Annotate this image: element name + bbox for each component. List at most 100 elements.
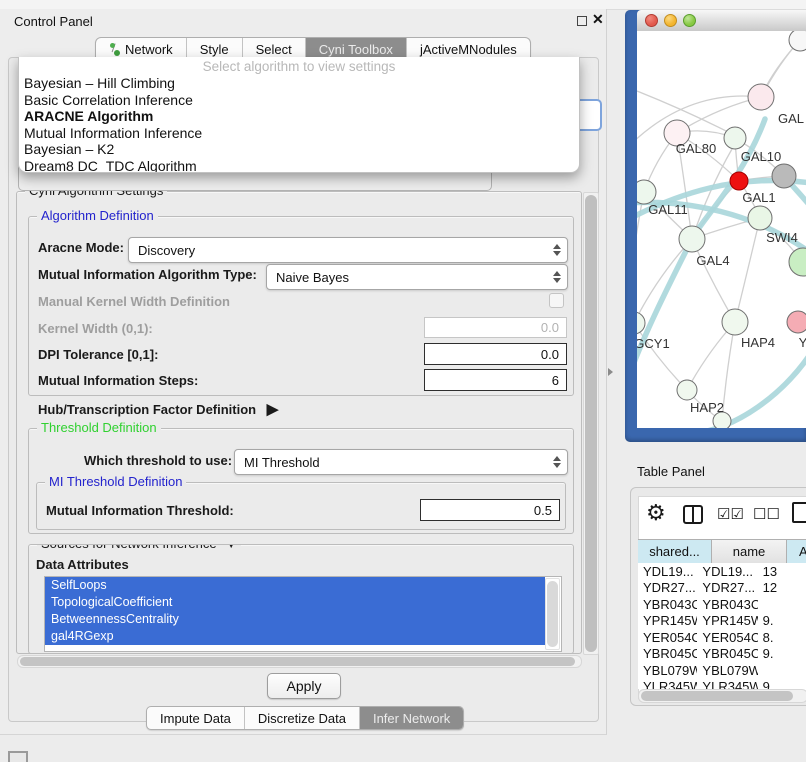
table-row[interactable]: YDL19...YDL19...13 <box>638 563 806 580</box>
float-icon[interactable] <box>577 16 587 26</box>
node-label: GAL10 <box>741 149 781 164</box>
popup-item[interactable]: Bayesian – K2 <box>19 141 579 158</box>
table-cell: 9. <box>758 613 806 628</box>
splitter-handle[interactable] <box>608 368 613 376</box>
table-row[interactable]: YPR145WYPR145W9. <box>638 613 806 630</box>
network-edge[interactable] <box>735 218 760 322</box>
table-cell: YPR145W <box>638 613 697 628</box>
table-cell: 9. <box>758 679 806 689</box>
collapse-arrow-icon[interactable]: ▼ <box>225 544 237 551</box>
popup-item-selected[interactable]: ARACNE Algorithm <box>19 108 579 125</box>
table-cell: YPR145W <box>697 613 757 628</box>
network-edge-thick[interactable] <box>697 353 806 428</box>
threshold-combo[interactable]: MI Threshold <box>234 449 568 475</box>
column-layout-icon[interactable] <box>683 505 703 524</box>
table-row[interactable]: YLR345WYLR345W9. <box>638 679 806 690</box>
partial-window-icon[interactable] <box>8 751 28 762</box>
tab-impute-data[interactable]: Impute Data <box>147 707 245 729</box>
unchecked-boxes-icon[interactable]: ☐☐ <box>753 505 780 523</box>
checked-boxes-icon[interactable]: ☑☑ <box>717 505 744 523</box>
apply-button[interactable]: Apply <box>267 673 341 699</box>
algorithm-popup: Select algorithm to view settings Bayesi… <box>18 57 580 173</box>
node-label: GAL11 <box>648 202 688 217</box>
popup-item[interactable]: Mutual Information Inference <box>19 125 579 142</box>
arrow-right-icon: ▶ <box>267 401 279 418</box>
network-canvas[interactable]: GALGAL80GAL10GAL1GAL11SWI4GAL4GCY1HAP4YH… <box>637 31 806 428</box>
table-panel-title: Table Panel <box>637 464 705 479</box>
kernel-width-field[interactable]: 0.0 <box>424 317 567 338</box>
node-label: Y <box>799 335 806 350</box>
settings-gear-icon[interactable]: ⚙ <box>646 500 666 526</box>
node-label: SWI4 <box>766 230 798 245</box>
network-node[interactable] <box>637 180 656 204</box>
stepper-icon <box>553 271 560 283</box>
network-node[interactable] <box>789 248 806 276</box>
horizontal-scrollbar[interactable] <box>17 655 582 668</box>
close-icon[interactable]: ✕ <box>592 11 604 28</box>
popup-item[interactable]: Bayesian – Hill Climbing <box>19 75 579 92</box>
attribute-list-scrollbar[interactable] <box>545 578 560 650</box>
table-cell: YLR345W <box>638 679 697 689</box>
popup-item[interactable]: Dream8 DC_TDC Algorithm <box>19 158 579 174</box>
node-label: GAL <box>778 111 804 126</box>
network-node[interactable] <box>637 312 645 334</box>
network-node[interactable] <box>772 164 796 188</box>
mi-threshold-field[interactable]: 0.5 <box>420 499 560 521</box>
node-label: GAL80 <box>676 141 716 156</box>
header-cell-extra[interactable]: A <box>787 540 806 563</box>
network-node[interactable] <box>724 127 746 149</box>
hub-definition-toggle[interactable]: Hub/Transcription Factor Definition ▶ <box>38 400 278 418</box>
network-node[interactable] <box>730 172 748 190</box>
network-node[interactable] <box>748 206 772 230</box>
zoom-traffic-icon[interactable] <box>683 14 696 27</box>
tab-infer-network[interactable]: Infer Network <box>360 707 463 729</box>
dpi-tolerance-field[interactable]: 0.0 <box>424 343 567 365</box>
close-traffic-icon[interactable] <box>645 14 658 27</box>
mi-steps-field[interactable]: 6 <box>424 369 567 391</box>
table-cell: YBR043C <box>638 597 697 612</box>
node-label: HAP2 <box>690 400 724 415</box>
table-cell: YDR27... <box>638 580 697 595</box>
kernel-width-label: Kernel Width (0,1): <box>38 321 153 336</box>
table-cell: YDR27... <box>697 580 757 595</box>
data-attributes-label: Data Attributes <box>36 557 129 572</box>
table-cell: YBR043C <box>697 597 757 612</box>
network-node[interactable] <box>748 84 774 110</box>
table-cell: YBR045C <box>638 646 697 661</box>
node-label: GCY1 <box>637 336 670 351</box>
network-window[interactable]: GALGAL80GAL10GAL1GAL11SWI4GAL4GCY1HAP4YH… <box>625 10 806 442</box>
bottom-tabs: Impute Data Discretize Data Infer Networ… <box>146 706 464 730</box>
table-row[interactable]: YER054CYER054C8. <box>638 629 806 646</box>
aracne-mode-combo[interactable]: Discovery <box>128 237 568 263</box>
mi-type-label: Mutual Information Algorithm Type: <box>38 267 257 282</box>
table-row[interactable]: YDR27...YDR27...12 <box>638 580 806 597</box>
network-node[interactable] <box>722 309 748 335</box>
minimize-traffic-icon[interactable] <box>664 14 677 27</box>
header-cell-name[interactable]: name <box>712 540 787 563</box>
tab-discretize-data[interactable]: Discretize Data <box>245 707 360 729</box>
network-node[interactable] <box>677 380 697 400</box>
attribute-item[interactable]: BetweennessCentrality <box>45 611 545 628</box>
table-row[interactable]: YBR045CYBR045C9. <box>638 646 806 663</box>
vertical-scrollbar[interactable] <box>583 192 599 655</box>
manual-kernel-checkbox[interactable] <box>549 293 564 308</box>
attribute-item[interactable]: gal4RGexp <box>45 628 545 645</box>
popup-item[interactable]: Basic Correlation Inference <box>19 92 579 109</box>
table-cell: YER054C <box>697 630 757 645</box>
which-threshold-label: Which threshold to use: <box>84 453 232 468</box>
network-node[interactable] <box>679 226 705 252</box>
attribute-item[interactable]: TopologicalCoefficient <box>45 594 545 611</box>
network-node[interactable] <box>787 311 806 333</box>
control-panel: Control Panel ✕ Network Style Select Cyn… <box>0 9 607 735</box>
table-hscrollbar[interactable] <box>638 689 806 703</box>
mi-type-combo[interactable]: Naive Bayes <box>266 264 568 290</box>
document-icon[interactable] <box>792 502 806 523</box>
network-node[interactable] <box>789 31 806 51</box>
dpi-tolerance-label: DPI Tolerance [0,1]: <box>38 347 158 362</box>
window-titlebar[interactable] <box>637 10 806 32</box>
network-edge[interactable] <box>692 239 735 322</box>
header-cell-shared[interactable]: shared... <box>638 540 712 563</box>
attribute-item[interactable]: SelfLoops <box>45 577 545 594</box>
table-row[interactable]: YBL079WYBL079W <box>638 662 806 679</box>
table-row[interactable]: YBR043CYBR043C <box>638 596 806 613</box>
